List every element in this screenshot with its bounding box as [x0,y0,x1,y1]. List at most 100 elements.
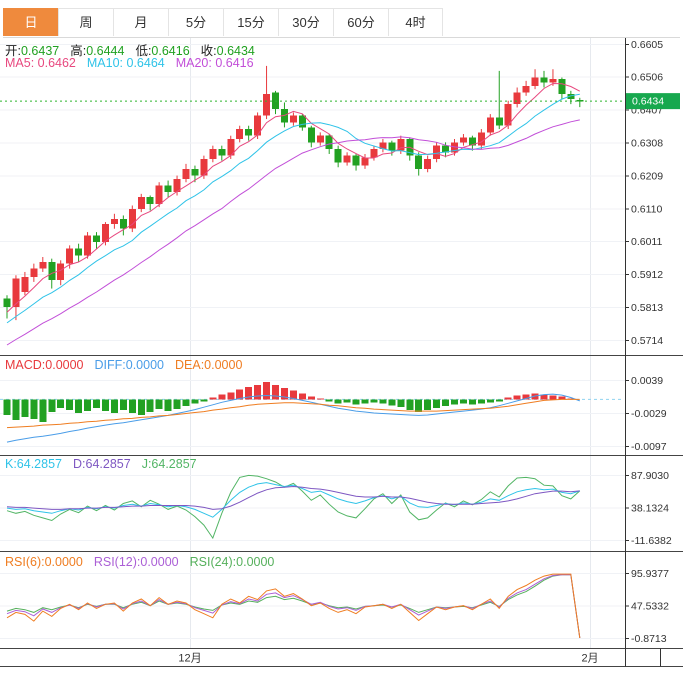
candlesticks [4,66,584,320]
candle-body [335,149,342,162]
price-chart-svg[interactable]: 0.66050.65060.64070.63080.62090.61100.60… [0,0,683,678]
macd-hist-bar [209,397,216,399]
macd-hist-bar [451,399,458,404]
y-tick-label: 95.9377 [631,568,669,580]
x-axis-labels: 12月 2月 [178,653,598,665]
candle-body [75,249,82,256]
y-tick-label: 0.0039 [631,375,663,387]
tab-month[interactable]: 月 [113,8,168,36]
candle-body [156,186,163,204]
candle-body [290,116,297,123]
candle-body [308,127,315,142]
candle-body [424,159,431,169]
y-tick-label: 0.5813 [631,302,663,314]
tab-30min[interactable]: 30分 [278,8,333,36]
y-tick-label: -0.0097 [631,441,667,453]
tab-60min[interactable]: 60分 [333,8,388,36]
candle-body [317,136,324,143]
macd-hist-bar [326,399,333,401]
macd-hist-bar [30,399,37,418]
candle-body [388,142,395,150]
macd-hist-bar [120,399,127,410]
kdj-panel [7,475,580,538]
macd-hist-bar [353,399,360,404]
candle-body [362,157,369,165]
y-tick-label: -0.0029 [631,408,667,420]
candle-body [299,116,306,128]
y-tick-label: 0.5912 [631,269,663,281]
candle-body [120,219,127,229]
macd-hist-bar [460,399,467,403]
y-tick-label: 87.9030 [631,470,669,482]
macd-hist-bar [102,399,109,411]
y-tick-label: 0.6110 [631,203,662,215]
macd-hist-bar [111,399,118,413]
macd-hist-bar [496,399,503,401]
x-axis-label: 2月 [581,653,598,665]
macd-hist-bar [406,399,413,410]
macd-hist-bar [487,399,494,402]
y-tick-label: 0.6308 [631,138,663,150]
macd-hist-bar [138,399,145,415]
macd-hist-bar [21,399,28,416]
y-tick-label: 0.6209 [631,170,663,182]
macd-hist-bar [174,399,181,409]
y-tick-label: -11.6382 [631,535,672,547]
candle-body [209,149,216,159]
macd-hist-bar [183,399,190,406]
macd-hist-bar [308,397,315,400]
tab-15min[interactable]: 15分 [223,8,278,36]
macd-hist-bar [433,399,440,408]
candle-body [326,136,333,149]
candle-body [496,117,503,125]
macd-hist-bar [505,397,512,399]
candle-body [84,235,91,255]
macd-hist-bar [379,399,386,403]
macd-hist-bar [370,399,377,402]
candle-body [4,299,11,307]
x-axis-label: 12月 [178,653,201,665]
candle-body [370,149,377,157]
kdj-k-line [7,483,580,518]
candle-body [433,146,440,159]
macd-hist-bar [4,399,11,415]
candle-body [12,279,19,307]
candle-body [66,249,73,264]
candle-body [165,186,172,193]
macd-hist-bar [272,385,279,400]
tab-5min[interactable]: 5分 [168,8,223,36]
candle-body [487,117,494,132]
macd-panel [4,382,580,442]
macd-hist-bar [57,399,64,408]
candle-body [218,149,225,156]
kdj-d-line [7,487,580,510]
candle-body [245,129,252,136]
candle-body [549,79,556,82]
macd-hist-bar [254,385,261,400]
candle-body [523,86,530,93]
timeframe-tabbar: 日周月5分15分30分60分4时 [3,8,680,38]
macd-hist-bar [388,399,395,405]
tab-4hour[interactable]: 4时 [388,8,443,36]
macd-hist-bar [165,399,172,411]
macd-hist-bar [200,399,207,401]
tab-day[interactable]: 日 [3,8,58,36]
macd-hist-bar [362,399,369,403]
macd-hist-bar [514,396,521,400]
y-tick-label: 0.6506 [631,72,663,84]
macd-hist-bar [75,399,82,413]
macd-hist-bar [424,399,431,410]
candle-body [541,78,548,83]
candle-body [514,92,521,104]
macd-hist-bar [442,399,449,406]
candle-body [478,132,485,145]
macd-hist-bar [129,399,136,413]
tab-week[interactable]: 周 [58,8,113,36]
candle-body [191,169,198,176]
macd-hist-bar [227,393,234,400]
candle-body [254,116,261,136]
macd-hist-bar [469,399,476,404]
macd-hist-bar [335,399,342,403]
macd-hist-bar [147,399,154,412]
macd-hist-bar [549,396,556,400]
